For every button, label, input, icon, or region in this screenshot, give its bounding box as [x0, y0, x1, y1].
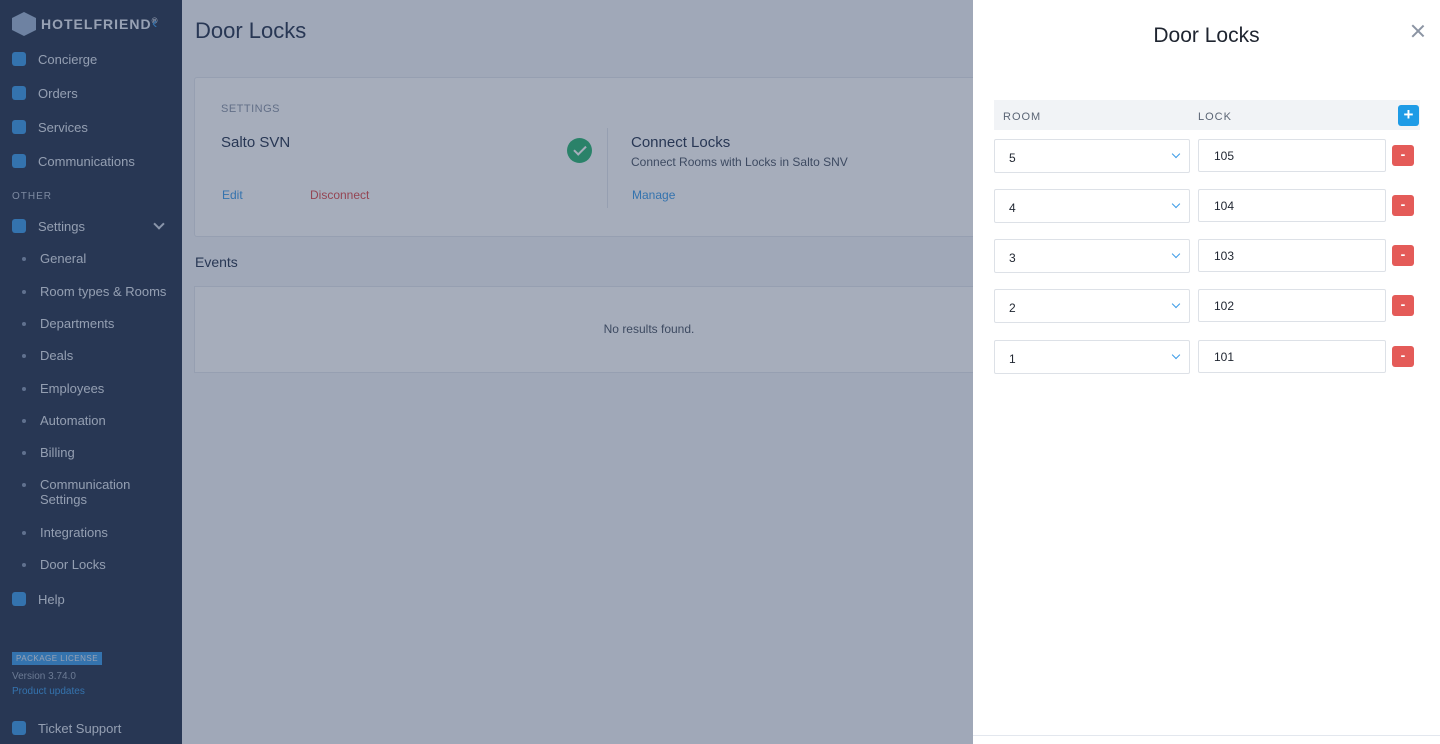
lock-input[interactable] — [1198, 239, 1386, 272]
add-row-button[interactable]: + — [1398, 105, 1419, 126]
room-select[interactable]: 4 — [994, 189, 1190, 223]
table-row: 5 - — [994, 139, 1420, 173]
remove-row-button[interactable]: - — [1392, 346, 1414, 367]
remove-row-button[interactable]: - — [1392, 245, 1414, 266]
chevron-down-icon — [1171, 299, 1181, 309]
room-select[interactable]: 1 — [994, 340, 1190, 374]
table-row: 2 - — [994, 289, 1420, 323]
table-row: 4 - — [994, 189, 1420, 223]
lock-column-header: LOCK — [1198, 111, 1232, 123]
close-icon[interactable] — [1409, 22, 1427, 40]
drawer-footer-divider — [973, 735, 1440, 736]
chevron-down-icon — [1171, 350, 1181, 360]
remove-row-button[interactable]: - — [1392, 295, 1414, 316]
door-locks-drawer: Door Locks ROOM LOCK + 5 - 4 - 3 - 2 — [973, 0, 1440, 744]
chevron-down-icon — [1171, 149, 1181, 159]
remove-row-button[interactable]: - — [1392, 145, 1414, 166]
lock-input[interactable] — [1198, 139, 1386, 172]
room-select[interactable]: 3 — [994, 239, 1190, 273]
lock-input[interactable] — [1198, 340, 1386, 373]
chevron-down-icon — [1171, 199, 1181, 209]
room-column-header: ROOM — [1003, 111, 1042, 123]
chevron-down-icon — [1171, 249, 1181, 259]
room-select[interactable]: 2 — [994, 289, 1190, 323]
lock-input[interactable] — [1198, 289, 1386, 322]
drawer-title: Door Locks — [1153, 24, 1260, 47]
table-header: ROOM LOCK + — [994, 100, 1420, 130]
lock-input[interactable] — [1198, 189, 1386, 222]
room-select[interactable]: 5 — [994, 139, 1190, 173]
remove-row-button[interactable]: - — [1392, 195, 1414, 216]
table-row: 3 - — [994, 239, 1420, 273]
table-row: 1 - — [994, 340, 1420, 374]
